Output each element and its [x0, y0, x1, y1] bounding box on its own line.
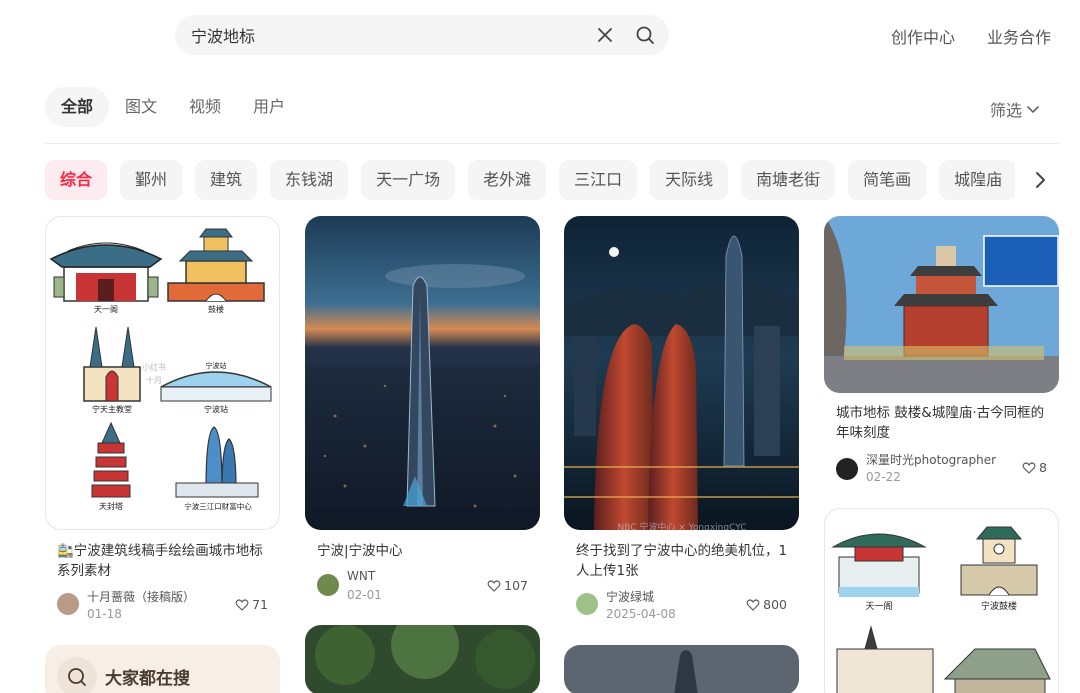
img-label: 宁天主教堂 — [92, 404, 132, 414]
chip-item[interactable]: 鄞州 — [120, 160, 183, 200]
heart-icon — [487, 579, 501, 592]
svg-text:NBC 宁波中心 × YongxingCYC: NBC 宁波中心 × YongxingCYC — [617, 521, 746, 530]
cover-photo: NBC 宁波中心 × YongxingCYC — [564, 216, 799, 530]
img-label: 宁波鼓楼 — [981, 600, 1017, 612]
note-title[interactable]: 🚉宁波建筑线稿手绘绘画城市地标系列素材 — [57, 541, 272, 581]
img-label: 鼓楼 — [208, 304, 224, 314]
note-title[interactable]: 城市地标 鼓楼&城隍庙·古今同框的年味刻度 — [836, 403, 1051, 443]
filter-label: 筛选 — [990, 101, 1023, 120]
avatar[interactable] — [576, 593, 598, 615]
like-count: 800 — [763, 597, 787, 612]
like-button[interactable]: 800 — [746, 597, 787, 612]
filter-button[interactable]: 筛选 — [990, 97, 1041, 121]
chip-item[interactable]: 简笔画 — [848, 160, 927, 200]
tab-all[interactable]: 全部 — [45, 87, 110, 127]
avatar[interactable] — [836, 458, 858, 480]
note-title[interactable]: 宁波|宁波中心 — [317, 541, 532, 561]
type-tabs: 全部 图文 视频 用户 — [45, 87, 301, 127]
note-title[interactable]: 终于找到了宁波中心的绝美机位，1人上传1张 — [576, 541, 791, 581]
business-cooperation-link[interactable]: 业务合作 — [987, 24, 1051, 48]
note-cover[interactable] — [305, 625, 540, 693]
author-name[interactable]: WNT — [347, 569, 375, 583]
tab-image-text[interactable]: 图文 — [109, 87, 173, 127]
author-name[interactable]: 深量时光photographer — [866, 451, 996, 468]
avatar[interactable] — [57, 593, 79, 615]
search-input[interactable] — [191, 15, 571, 55]
note-card[interactable]: 城市地标 鼓楼&城隍庙·古今同框的年味刻度 深量时光photographer 0… — [824, 216, 1059, 496]
cover-photo — [305, 216, 540, 530]
note-date: 2025-04-08 — [606, 607, 676, 621]
cover-photo — [305, 625, 540, 693]
landmark-illustration: 天一阁 鼓楼 宁天主教堂 宁波站 宁波站 小红书 十月 天封塔 宁波三江口财富中… — [49, 228, 272, 511]
author-name[interactable]: 宁波绿城 — [606, 588, 654, 605]
note-date: 01-18 — [87, 607, 122, 621]
note-date: 02-22 — [866, 470, 901, 484]
chip-item[interactable]: 综合 — [45, 160, 108, 200]
chevron-down-icon — [1027, 106, 1039, 113]
note-date: 02-01 — [347, 588, 382, 602]
img-label: 天一阁 — [865, 600, 892, 612]
tab-video[interactable]: 视频 — [173, 87, 237, 127]
chip-item[interactable]: 老外滩 — [468, 160, 547, 200]
img-label: 天封塔 — [99, 501, 123, 511]
like-count: 8 — [1039, 460, 1047, 475]
keyword-chips: 综合 鄞州 建筑 东钱湖 天一广场 老外滩 三江口 天际线 南塘老街 简笔画 城… — [45, 160, 1015, 200]
like-button[interactable]: 107 — [487, 578, 528, 593]
cover-photo — [824, 216, 1059, 393]
note-cover[interactable] — [824, 216, 1059, 393]
clear-icon[interactable] — [595, 25, 615, 45]
note-card[interactable]: NBC 宁波中心 × YongxingCYC 终于找到了宁波中心的绝美机位，1人… — [564, 216, 799, 626]
img-label: 宁波站 — [204, 404, 228, 414]
note-cover[interactable]: 天一阁 鼓楼 宁天主教堂 宁波站 宁波站 小红书 十月 天封塔 宁波三江口财富中… — [45, 216, 280, 530]
heart-icon — [235, 598, 249, 611]
creator-center-link[interactable]: 创作中心 — [891, 24, 955, 48]
heart-icon — [746, 598, 760, 611]
like-button[interactable]: 8 — [1022, 460, 1047, 475]
avatar[interactable] — [317, 574, 339, 596]
note-card[interactable]: 宁波|宁波中心 WNT 02-01 107 — [305, 216, 540, 616]
chip-item[interactable]: 建筑 — [195, 160, 258, 200]
cover-photo — [564, 645, 799, 693]
popular-searches-title: 大家都在搜 — [105, 669, 190, 689]
like-button[interactable]: 71 — [235, 597, 268, 612]
chevron-right-icon[interactable] — [1028, 168, 1052, 192]
like-count: 107 — [504, 578, 528, 593]
divider — [45, 143, 1059, 144]
note-cover[interactable] — [305, 216, 540, 530]
search-icon[interactable] — [635, 25, 655, 45]
author-name[interactable]: 十月蔷薇（接稿版） — [87, 588, 195, 605]
note-cover[interactable] — [564, 645, 799, 693]
img-label: 天一阁 — [94, 304, 118, 314]
chip-item[interactable]: 东钱湖 — [270, 160, 349, 200]
chip-item[interactable]: 三江口 — [559, 160, 638, 200]
search-icon — [68, 668, 86, 686]
note-cover[interactable]: NBC 宁波中心 × YongxingCYC — [564, 216, 799, 530]
chip-item[interactable]: 天一广场 — [361, 160, 456, 200]
note-card[interactable]: 天一阁 鼓楼 宁天主教堂 宁波站 宁波站 小红书 十月 天封塔 宁波三江口财富中… — [45, 216, 280, 626]
chip-item[interactable]: 城隍庙 — [939, 160, 1015, 200]
popular-search-icon-wrap — [57, 657, 97, 693]
popular-searches[interactable]: 大家都在搜 — [45, 645, 280, 693]
chip-item[interactable]: 南塘老街 — [741, 160, 836, 200]
img-label: 宁波站 — [206, 361, 227, 370]
heart-icon — [1022, 461, 1036, 474]
watermark: 小红书 — [142, 362, 166, 372]
chip-item[interactable]: 天际线 — [650, 160, 729, 200]
search-box[interactable] — [175, 15, 669, 55]
img-label: 宁波三江口财富中心 — [184, 501, 252, 511]
landmark-illustration: 天一阁 宁波鼓楼 — [831, 526, 1051, 693]
tab-user[interactable]: 用户 — [237, 87, 301, 127]
like-count: 71 — [252, 597, 268, 612]
watermark: 十月 — [146, 375, 162, 385]
note-cover[interactable]: 天一阁 宁波鼓楼 — [824, 508, 1059, 693]
